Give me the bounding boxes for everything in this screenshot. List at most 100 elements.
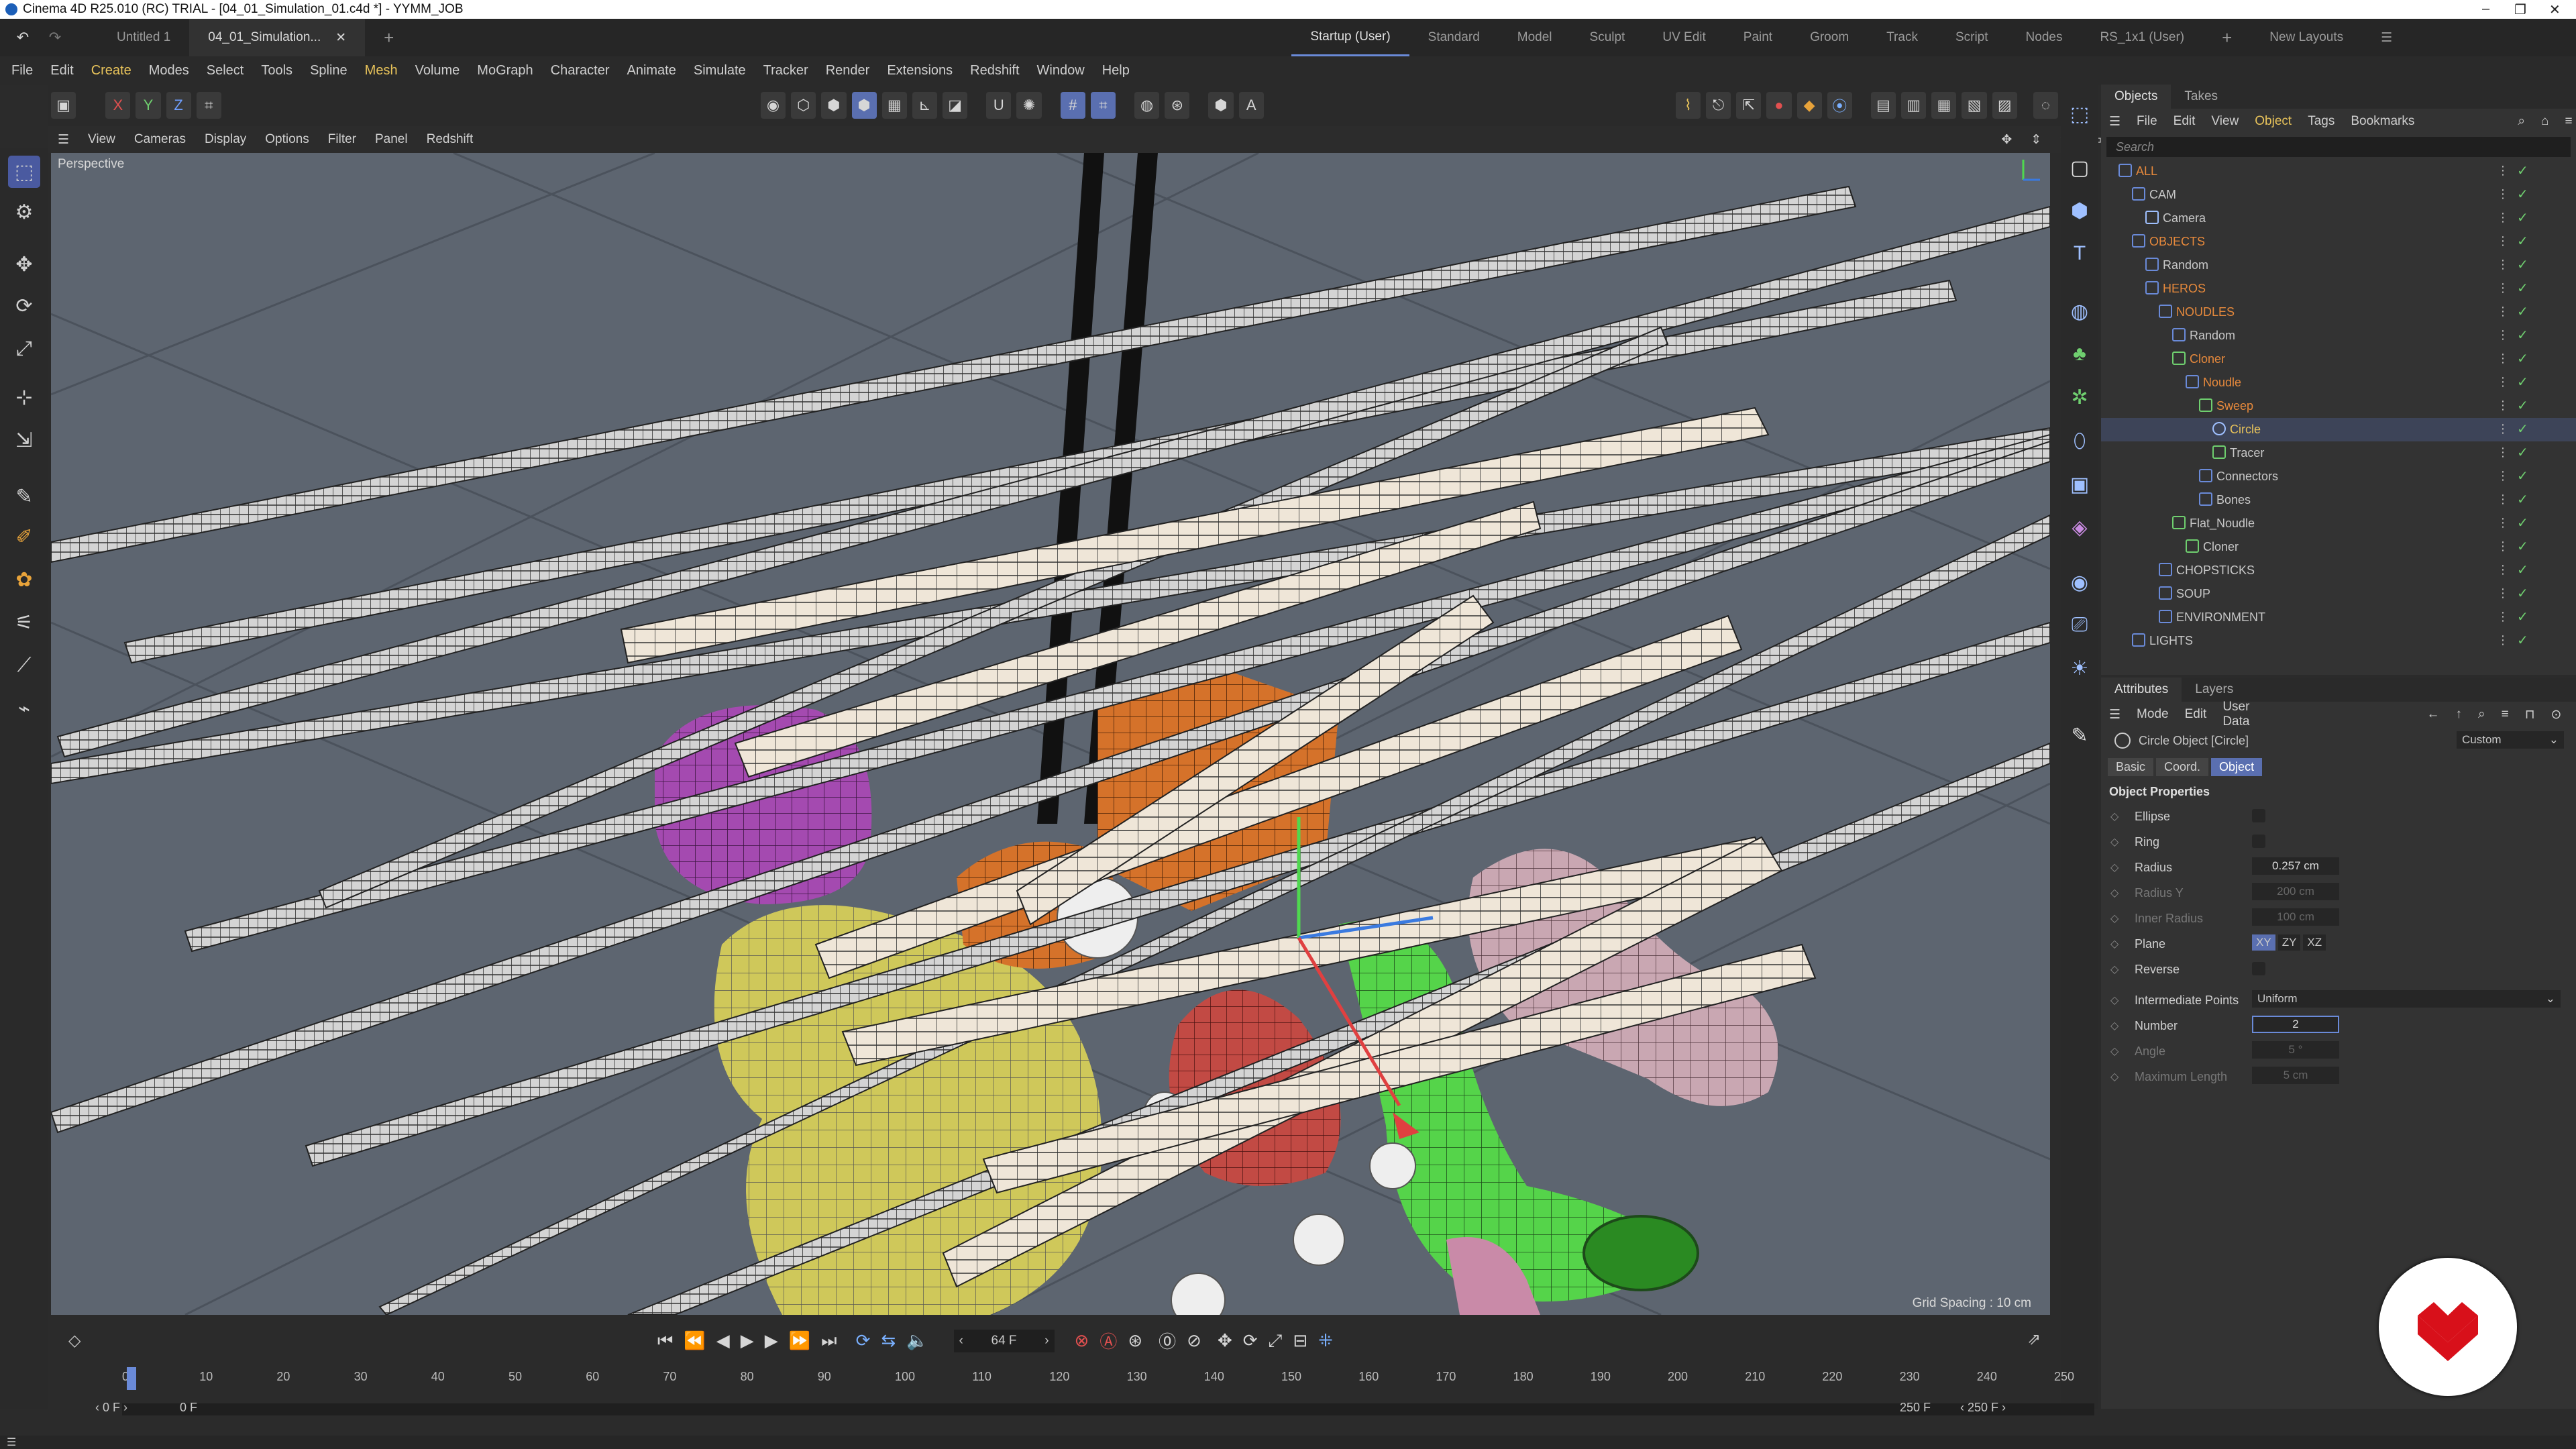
- viewport-menu-redshift[interactable]: Redshift: [417, 132, 483, 147]
- plane-xy[interactable]: XY: [2252, 934, 2275, 951]
- param-key-icon[interactable]: ⊟: [1293, 1330, 1307, 1351]
- camera-object-icon[interactable]: ⎚: [2065, 610, 2094, 640]
- viewport-scene[interactable]: [51, 153, 2050, 1315]
- menu-mograph[interactable]: MoGraph: [468, 63, 541, 78]
- enabled-check-icon[interactable]: ✓: [2517, 608, 2528, 625]
- menu-spline[interactable]: Spline: [301, 63, 356, 78]
- layout-tab-9[interactable]: Nodes: [2007, 19, 2082, 56]
- menu-edit[interactable]: Edit: [42, 63, 82, 78]
- rotation-key-icon[interactable]: ⟳: [1243, 1330, 1258, 1351]
- brush-tool-icon[interactable]: ⚟: [8, 606, 40, 639]
- home-icon[interactable]: ⌂: [2533, 114, 2557, 129]
- object-tree-item[interactable]: Camera ⋮ ✓: [2101, 207, 2576, 230]
- menu-render[interactable]: Render: [817, 63, 879, 78]
- sky-icon[interactable]: ◌: [2033, 92, 2058, 119]
- generator-palette-icon[interactable]: ◍: [2065, 297, 2094, 326]
- search-icon[interactable]: ⌕: [2510, 114, 2533, 129]
- object-tree-item[interactable]: Random ⋮ ✓: [2101, 324, 2576, 347]
- object-tree-item[interactable]: ENVIRONMENT ⋮ ✓: [2101, 606, 2576, 629]
- object-menu-file[interactable]: File: [2129, 114, 2165, 129]
- camera-palette-icon[interactable]: ⬚: [2065, 99, 2094, 129]
- subtab-coord[interactable]: Coord.: [2156, 757, 2209, 776]
- enabled-check-icon[interactable]: ✓: [2517, 350, 2528, 367]
- visibility-dots-icon[interactable]: ⋮: [2497, 258, 2509, 272]
- tab-objects[interactable]: Objects: [2101, 85, 2171, 109]
- object-tree-item[interactable]: OBJECTS ⋮ ✓: [2101, 230, 2576, 254]
- visibility-dots-icon[interactable]: ⋮: [2497, 563, 2509, 577]
- keyframe-diamond-icon[interactable]: ◇: [2110, 1019, 2118, 1032]
- enabled-check-icon[interactable]: ✓: [2517, 327, 2528, 343]
- ring-checkbox[interactable]: [2252, 835, 2265, 848]
- 3d-viewport[interactable]: Perspective Grid Spacing : 10 cm: [51, 153, 2050, 1315]
- mograph-palette-icon[interactable]: ♣: [2065, 339, 2094, 369]
- record-icon[interactable]: ⊗: [1075, 1330, 1089, 1351]
- position-key-icon[interactable]: ✥: [1218, 1330, 1232, 1351]
- range-end2-field[interactable]: ‹ 250 F ›: [1960, 1401, 2006, 1415]
- enabled-check-icon[interactable]: ✓: [2517, 515, 2528, 531]
- text-palette-icon[interactable]: T: [2065, 239, 2094, 268]
- viewport-move-icon[interactable]: ⇕: [2021, 132, 2051, 148]
- menu-volume[interactable]: Volume: [407, 63, 469, 78]
- doc-tab-simulation[interactable]: 04_01_Simulation... ✕: [189, 19, 366, 56]
- visibility-dots-icon[interactable]: ⋮: [2497, 633, 2509, 647]
- close-window-icon[interactable]: ✕: [2549, 1, 2561, 18]
- playhead[interactable]: [127, 1367, 136, 1390]
- render-active-icon[interactable]: ▨: [1992, 92, 2017, 119]
- auto-icon[interactable]: A: [1238, 92, 1264, 119]
- keyframe-diamond-icon[interactable]: ◇: [2110, 861, 2118, 874]
- range-start2-value[interactable]: 0 F: [180, 1401, 197, 1415]
- object-menu-tags[interactable]: Tags: [2300, 114, 2343, 129]
- layout-tab-1[interactable]: Standard: [1409, 19, 1499, 56]
- texture-mode-icon[interactable]: ◪: [943, 92, 968, 119]
- minimize-icon[interactable]: –: [2482, 1, 2489, 17]
- visibility-dots-icon[interactable]: ⋮: [2497, 610, 2509, 624]
- object-tree-item[interactable]: Flat_Noudle ⋮ ✓: [2101, 512, 2576, 535]
- layout-tab-6[interactable]: Groom: [1791, 19, 1868, 56]
- enabled-check-icon[interactable]: ✓: [2517, 444, 2528, 461]
- menu-window[interactable]: Window: [1028, 63, 1093, 78]
- keyframe-diamond-icon[interactable]: ◇: [2110, 994, 2118, 1007]
- object-tree-item[interactable]: Connectors ⋮ ✓: [2101, 465, 2576, 488]
- sound-icon[interactable]: 🔈: [906, 1330, 928, 1351]
- search-icon[interactable]: ⌕: [2470, 707, 2493, 722]
- visibility-dots-icon[interactable]: ⋮: [2497, 469, 2509, 483]
- visibility-dots-icon[interactable]: ⋮: [2497, 187, 2509, 201]
- play-icon[interactable]: ▶: [741, 1330, 754, 1351]
- prev-frame-icon[interactable]: ◀: [716, 1330, 730, 1351]
- current-frame-field[interactable]: ‹ 64 F ›: [953, 1329, 1055, 1352]
- menu-modes[interactable]: Modes: [140, 63, 198, 78]
- enabled-check-icon[interactable]: ✓: [2517, 468, 2528, 484]
- settings-icon[interactable]: ⊙: [2543, 707, 2570, 722]
- viewport-menu-filter[interactable]: Filter: [319, 132, 366, 147]
- next-key-icon[interactable]: ⏩: [789, 1330, 810, 1351]
- render-view-icon[interactable]: ▤: [1870, 92, 1896, 119]
- object-tree-item[interactable]: CAM ⋮ ✓: [2101, 183, 2576, 207]
- transform-tool-icon[interactable]: ⊹: [8, 381, 40, 413]
- undo-icon[interactable]: ↶: [9, 24, 36, 51]
- filter-icon[interactable]: ≡: [2557, 114, 2576, 129]
- scheme-icon[interactable]: ⊘: [1187, 1330, 1201, 1351]
- spline-palette-icon[interactable]: ▢: [2065, 153, 2094, 182]
- menu-tracker[interactable]: Tracker: [755, 63, 817, 78]
- menu-select[interactable]: Select: [198, 63, 253, 78]
- keyframe-mode-icon[interactable]: ◇: [68, 1331, 80, 1350]
- object-tree-item[interactable]: NOUDLES ⋮ ✓: [2101, 301, 2576, 324]
- object-tree-item[interactable]: Noudle ⋮ ✓: [2101, 371, 2576, 394]
- visibility-dots-icon[interactable]: ⋮: [2497, 328, 2509, 342]
- visibility-dots-icon[interactable]: ⋮: [2497, 164, 2509, 178]
- object-tree-item[interactable]: SOUP ⋮ ✓: [2101, 582, 2576, 606]
- deformer-palette-icon[interactable]: ✲: [2065, 382, 2094, 412]
- object-tree-item[interactable]: Sweep ⋮ ✓: [2101, 394, 2576, 418]
- intermediate-dropdown[interactable]: Uniform ⌄: [2252, 990, 2561, 1008]
- attr-menu-edit[interactable]: Edit: [2177, 707, 2215, 722]
- tab-attributes[interactable]: Attributes: [2101, 678, 2182, 702]
- model-mode-icon[interactable]: ⬢: [851, 92, 877, 119]
- go-to-end-icon[interactable]: ⏭: [821, 1330, 837, 1352]
- back-arrow-icon[interactable]: ←: [2418, 707, 2447, 722]
- visibility-dots-icon[interactable]: ⋮: [2497, 375, 2509, 389]
- viewport-menu-icon[interactable]: ☰: [48, 132, 78, 148]
- go-to-start-icon[interactable]: ⏮: [657, 1330, 673, 1352]
- enabled-check-icon[interactable]: ✓: [2517, 585, 2528, 602]
- render-queue-icon[interactable]: ▦: [1931, 92, 1957, 119]
- loop-icon[interactable]: ⟳: [856, 1330, 871, 1351]
